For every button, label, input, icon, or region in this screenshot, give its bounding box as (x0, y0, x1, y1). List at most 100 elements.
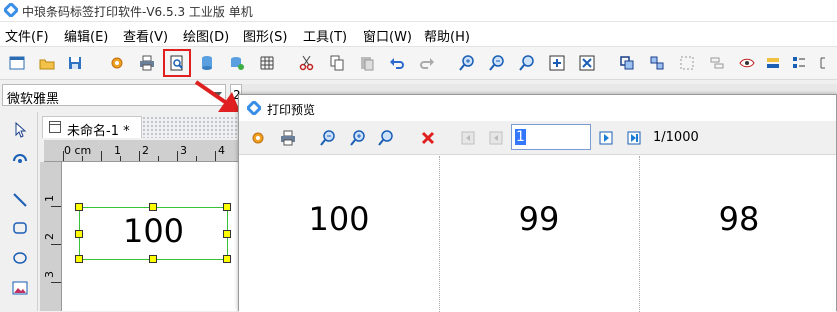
resize-handle[interactable] (75, 255, 83, 263)
zoom-out-button[interactable] (486, 52, 508, 74)
fit-width-button[interactable] (546, 52, 568, 74)
group-icon (620, 56, 634, 70)
properties-button[interactable] (788, 52, 810, 74)
settings-button[interactable] (106, 52, 128, 74)
grid-button[interactable] (256, 52, 278, 74)
ruler-mark: 2 (142, 144, 149, 157)
first-page-button[interactable] (457, 127, 479, 149)
text-object-value: 100 (122, 212, 185, 250)
image-icon (12, 281, 28, 295)
resize-handle[interactable] (75, 203, 83, 211)
resize-handle[interactable] (149, 203, 157, 211)
scissors-icon (299, 55, 314, 71)
resize-handle[interactable] (149, 255, 157, 263)
gear-icon (252, 132, 264, 144)
new-window-icon (9, 56, 25, 70)
new-button[interactable] (6, 52, 28, 74)
ruler-tick (158, 156, 159, 161)
menu-view[interactable]: 查看(V) (123, 26, 168, 45)
ungroup-button[interactable] (646, 52, 668, 74)
more-button[interactable] (814, 52, 836, 74)
paste-button[interactable] (356, 52, 378, 74)
preview-print-button[interactable] (277, 127, 299, 149)
print-button[interactable] (136, 52, 158, 74)
resize-handle[interactable] (223, 203, 231, 211)
preview-zoom-button[interactable] (375, 127, 397, 149)
menu-tools[interactable]: 工具(T) (303, 26, 347, 45)
select-tool-button[interactable] (8, 118, 32, 142)
gear-icon (111, 57, 123, 69)
ruler-tick (215, 151, 216, 161)
menu-edit[interactable]: 编辑(E) (64, 26, 108, 45)
menu-shape[interactable]: 图形(S) (243, 26, 287, 45)
select-region-icon (680, 56, 694, 70)
preview-label-text: 98 (718, 200, 760, 238)
rotate-icon (13, 154, 27, 163)
menu-window[interactable]: 窗口(W) (363, 26, 412, 45)
ruler-tick (51, 282, 61, 283)
copy-button[interactable] (326, 52, 348, 74)
cut-button[interactable] (296, 52, 318, 74)
resize-handle[interactable] (75, 230, 83, 238)
group-button[interactable] (616, 52, 638, 74)
preview-zoom-in-button[interactable] (347, 127, 369, 149)
database-settings-button[interactable] (226, 52, 248, 74)
resize-handle[interactable] (223, 230, 231, 238)
format-toolbar-partial (242, 84, 837, 94)
database-gear-icon (231, 57, 244, 70)
preview-page: 100 99 98 (239, 156, 836, 312)
magnifier-icon (378, 130, 393, 146)
layer-button[interactable] (762, 52, 784, 74)
align-button[interactable] (706, 52, 728, 74)
next-page-button[interactable] (595, 127, 617, 149)
zoom-in-button[interactable] (456, 52, 478, 74)
preview-close-button[interactable] (417, 127, 439, 149)
title-bar: 中琅条码标签打印软件-V6.5.3 工业版 单机 (0, 0, 837, 22)
text-object[interactable]: 100 (75, 203, 231, 263)
rectangle-tool-button[interactable] (8, 216, 32, 240)
print-preview-button[interactable] (163, 49, 191, 77)
layer-icon (767, 58, 779, 68)
redo-button[interactable] (416, 52, 438, 74)
rotate-tool-button[interactable] (8, 146, 32, 170)
zoom-button[interactable] (516, 52, 538, 74)
eye-icon (739, 58, 755, 68)
page-count: 1/1000 (653, 130, 699, 145)
prev-page-button[interactable] (485, 127, 507, 149)
close-icon (421, 131, 435, 145)
zoom-in-icon (350, 130, 365, 146)
visibility-button[interactable] (736, 52, 758, 74)
ruler-tick (82, 156, 83, 161)
line-tool-button[interactable] (8, 188, 32, 212)
resize-handle[interactable] (223, 255, 231, 263)
ruler-tick (196, 156, 197, 161)
preview-settings-button[interactable] (247, 127, 269, 149)
menu-file[interactable]: 文件(F) (5, 26, 49, 45)
menu-draw[interactable]: 绘图(D) (183, 26, 229, 45)
open-button[interactable] (36, 52, 58, 74)
rounded-rect-icon (13, 222, 27, 234)
vertical-ruler: 1 2 3 (40, 162, 62, 311)
page-number-input[interactable]: 1 (511, 124, 591, 150)
ruler-mark: 1 (43, 195, 56, 202)
last-page-button[interactable] (623, 127, 645, 149)
undo-button[interactable] (386, 52, 408, 74)
horizontal-ruler: 0 cm 1 2 3 4 (44, 140, 240, 162)
fit-page-button[interactable] (576, 52, 598, 74)
main-toolbar (0, 46, 837, 80)
document-tab[interactable]: 未命名-1 * (42, 116, 142, 139)
copy-icon (330, 55, 344, 71)
ruler-tick (63, 151, 64, 161)
image-tool-button[interactable] (8, 276, 32, 300)
preview-title: 打印预览 (267, 103, 316, 117)
select-region-button[interactable] (676, 52, 698, 74)
database-button[interactable] (196, 52, 218, 74)
document-tab-title: 未命名-1 * (67, 124, 130, 139)
preview-label: 100 (239, 156, 440, 312)
save-button[interactable] (64, 52, 86, 74)
preview-zoom-out-button[interactable] (317, 127, 339, 149)
ellipse-tool-button[interactable] (8, 246, 32, 270)
drawing-toolbar (0, 112, 38, 311)
menu-help[interactable]: 帮助(H) (424, 26, 470, 45)
paste-icon (361, 57, 374, 71)
